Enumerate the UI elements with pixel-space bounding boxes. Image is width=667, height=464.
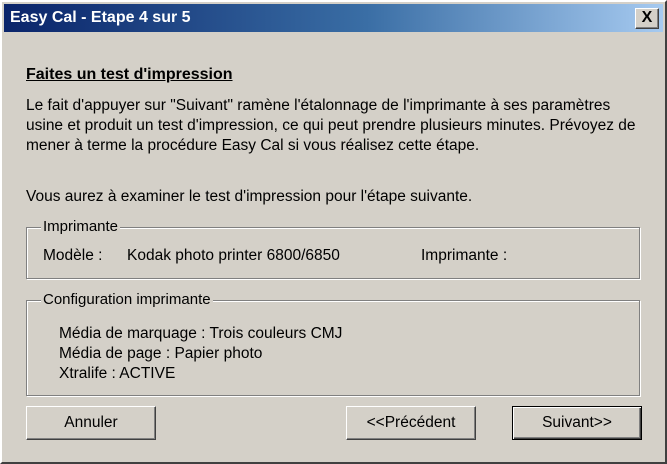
instructions-paragraph: Le fait d'appuyer sur "Suivant" ramène l… — [26, 97, 636, 154]
close-icon: X — [641, 9, 653, 26]
review-note: Vous aurez à examiner le test d'impressi… — [26, 188, 473, 205]
printer-group: Imprimante Modèle : Kodak photo printer … — [26, 218, 640, 279]
next-button[interactable]: Suivant>> — [512, 406, 642, 440]
printer-label: Imprimante : — [421, 247, 508, 264]
printer-configuration-group: Configuration imprimante Média de marqua… — [26, 291, 640, 396]
cancel-button[interactable]: Annuler — [26, 406, 156, 440]
model-label: Modèle : — [43, 247, 103, 264]
printer-group-legend: Imprimante — [41, 218, 121, 236]
model-value: Kodak photo printer 6800/6850 — [127, 247, 340, 264]
title-bar: Easy Cal - Etape 4 sur 5 X — [4, 4, 663, 32]
easy-cal-dialog: Easy Cal - Etape 4 sur 5 X Faites un tes… — [0, 0, 667, 464]
page-media-line: Média de page : Papier photo — [59, 345, 263, 362]
step-heading: Faites un test d'impression — [26, 66, 233, 83]
config-group-legend: Configuration imprimante — [41, 291, 213, 309]
previous-button[interactable]: <<Précédent — [346, 406, 476, 440]
close-button[interactable]: X — [635, 8, 659, 29]
window-title: Easy Cal - Etape 4 sur 5 — [10, 9, 191, 26]
marking-media-line: Média de marquage : Trois couleurs CMJ — [59, 325, 343, 342]
xtralife-line: Xtralife : ACTIVE — [59, 365, 176, 382]
